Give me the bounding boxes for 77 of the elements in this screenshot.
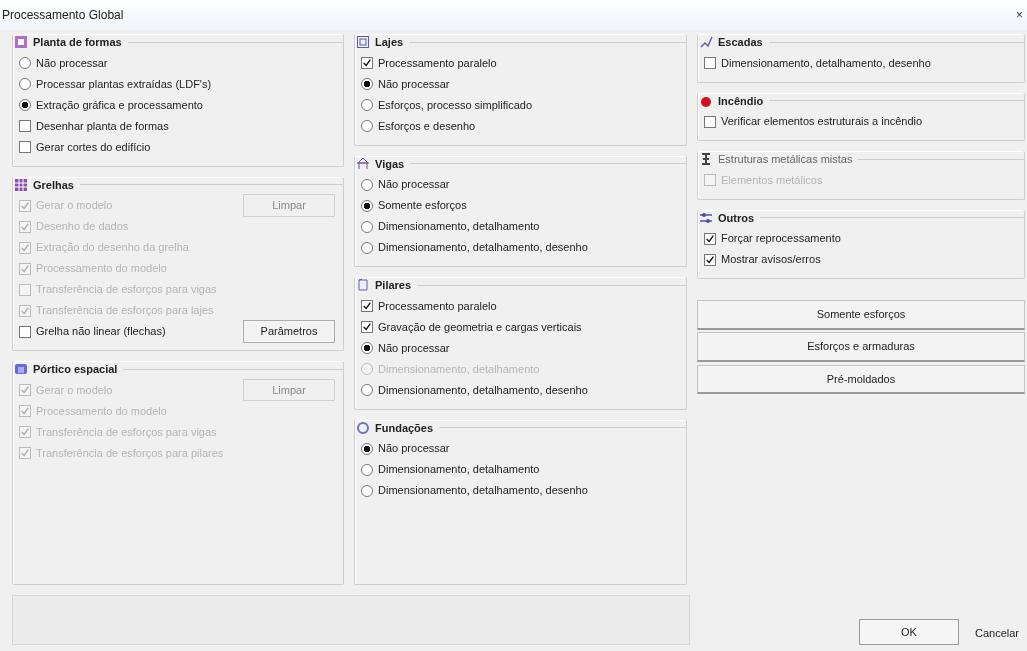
option-label: Dimensionamento, detalhamento — [378, 361, 540, 377]
window-title: Processamento Global — [2, 7, 124, 24]
option-label: Dimensionamento, detalhamento, desenho — [721, 55, 931, 71]
checkbox[interactable] — [361, 57, 373, 69]
checkbox[interactable] — [704, 115, 716, 128]
option-label: Desenhar planta de formas — [36, 118, 169, 134]
option-label: Não processar — [378, 76, 450, 92]
option-label: Dimensionamento, detalhamento — [378, 219, 540, 235]
radio-button[interactable] — [361, 78, 373, 90]
radio-button[interactable] — [361, 220, 373, 233]
option-label: Processamento paralelo — [378, 298, 497, 314]
checkbox[interactable] — [704, 232, 716, 245]
option-label: Dimensionamento, detalhamento — [378, 462, 540, 478]
radio-button[interactable] — [19, 99, 31, 111]
option-label: Somente esforços — [378, 198, 467, 214]
action-button[interactable]: Pré-moldados — [697, 364, 1025, 394]
option-label: Processamento do modelo — [36, 261, 167, 277]
checkbox[interactable] — [19, 325, 31, 338]
grid-icon — [13, 176, 29, 193]
checkbox[interactable] — [704, 253, 716, 266]
radio-button[interactable] — [361, 178, 373, 191]
group-title: Incêndio — [718, 93, 764, 109]
option-label: Processamento do modelo — [36, 403, 167, 419]
option-label: Processamento paralelo — [378, 55, 497, 71]
group-title: Grelhas — [33, 177, 74, 193]
radio-button[interactable] — [361, 384, 373, 396]
ring-icon — [355, 419, 371, 436]
checkbox[interactable] — [19, 120, 31, 132]
group-title: Fundações — [375, 420, 434, 436]
square-icon — [13, 34, 29, 51]
group-title: Planta de formas — [33, 35, 122, 50]
checkbox[interactable] — [704, 57, 716, 69]
ok-button[interactable]: OK — [858, 618, 959, 645]
radio-button[interactable] — [361, 463, 373, 476]
option-label: Dimensionamento, detalhamento, desenho — [378, 240, 588, 256]
group-title: Outros — [718, 210, 755, 226]
group-title: Escadas — [718, 35, 763, 50]
radio-button[interactable] — [19, 78, 31, 90]
option-label: Processar plantas extraídas (LDF's) — [36, 76, 212, 92]
action-button[interactable]: Somente esforços — [697, 300, 1025, 330]
option-label: Extração gráfica e processamento — [36, 97, 203, 113]
group-title: Vigas — [375, 156, 405, 172]
group-title: Pilares — [375, 278, 412, 293]
group-button[interactable]: Parâmetros — [243, 320, 335, 343]
option-label: Dimensionamento, detalhamento, desenho — [378, 483, 588, 499]
option-label: Forçar reprocessamento — [721, 231, 841, 247]
option-label: Dimensionamento, detalhamento, desenho — [378, 382, 588, 398]
checkbox[interactable] — [19, 141, 31, 153]
option-label: Esforços e desenho — [378, 118, 476, 134]
option-label: Grelha não linear (flechas) — [36, 324, 166, 340]
radio-button[interactable] — [361, 99, 373, 111]
option-label: Verificar elementos estruturais a incêndio — [721, 114, 923, 130]
action-button[interactable]: Esforços e armaduras — [697, 332, 1025, 362]
option-label: Gravação de geometria e cargas verticais — [378, 319, 582, 335]
group-title: Pórtico espacial — [33, 362, 118, 377]
option-label: Gerar cortes do edifício — [36, 139, 151, 155]
option-label: Não processar — [378, 441, 450, 457]
close-button[interactable]: × — [1016, 6, 1023, 24]
radio-button[interactable] — [361, 342, 373, 354]
option-label: Desenho de dados — [36, 219, 129, 235]
radio-button[interactable] — [361, 241, 373, 254]
cancel-button[interactable]: Cancelar — [970, 620, 1023, 645]
option-label: Elementos metálicos — [721, 172, 823, 188]
checkbox[interactable] — [361, 300, 373, 312]
radio-button[interactable] — [19, 57, 31, 69]
radio-button[interactable] — [361, 199, 373, 212]
radio-button[interactable] — [361, 120, 373, 132]
option-label: Não processar — [378, 177, 450, 193]
option-label: Esforços, processo simplificado — [378, 97, 533, 113]
group-title: Estruturas metálicas mistas — [718, 152, 853, 167]
radio-button[interactable] — [361, 484, 373, 497]
checkbox[interactable] — [361, 321, 373, 333]
option-label: Não processar — [36, 55, 108, 71]
radio-button[interactable] — [361, 442, 373, 455]
option-label: Não processar — [378, 340, 450, 356]
option-label: Mostrar avisos/erros — [721, 252, 821, 268]
group-title: Lajes — [375, 35, 404, 50]
